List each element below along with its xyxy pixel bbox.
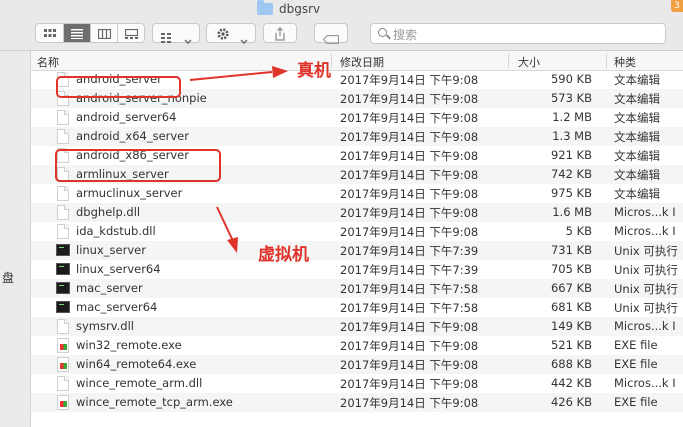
annotation-real-device: 真机 [297, 61, 331, 81]
arrow-to-emulator-icon [216, 206, 238, 253]
arrow-to-real-device-icon [189, 66, 288, 81]
annotation-arrows [189, 66, 288, 253]
annotation-emulator: 虚拟机 [258, 245, 309, 265]
